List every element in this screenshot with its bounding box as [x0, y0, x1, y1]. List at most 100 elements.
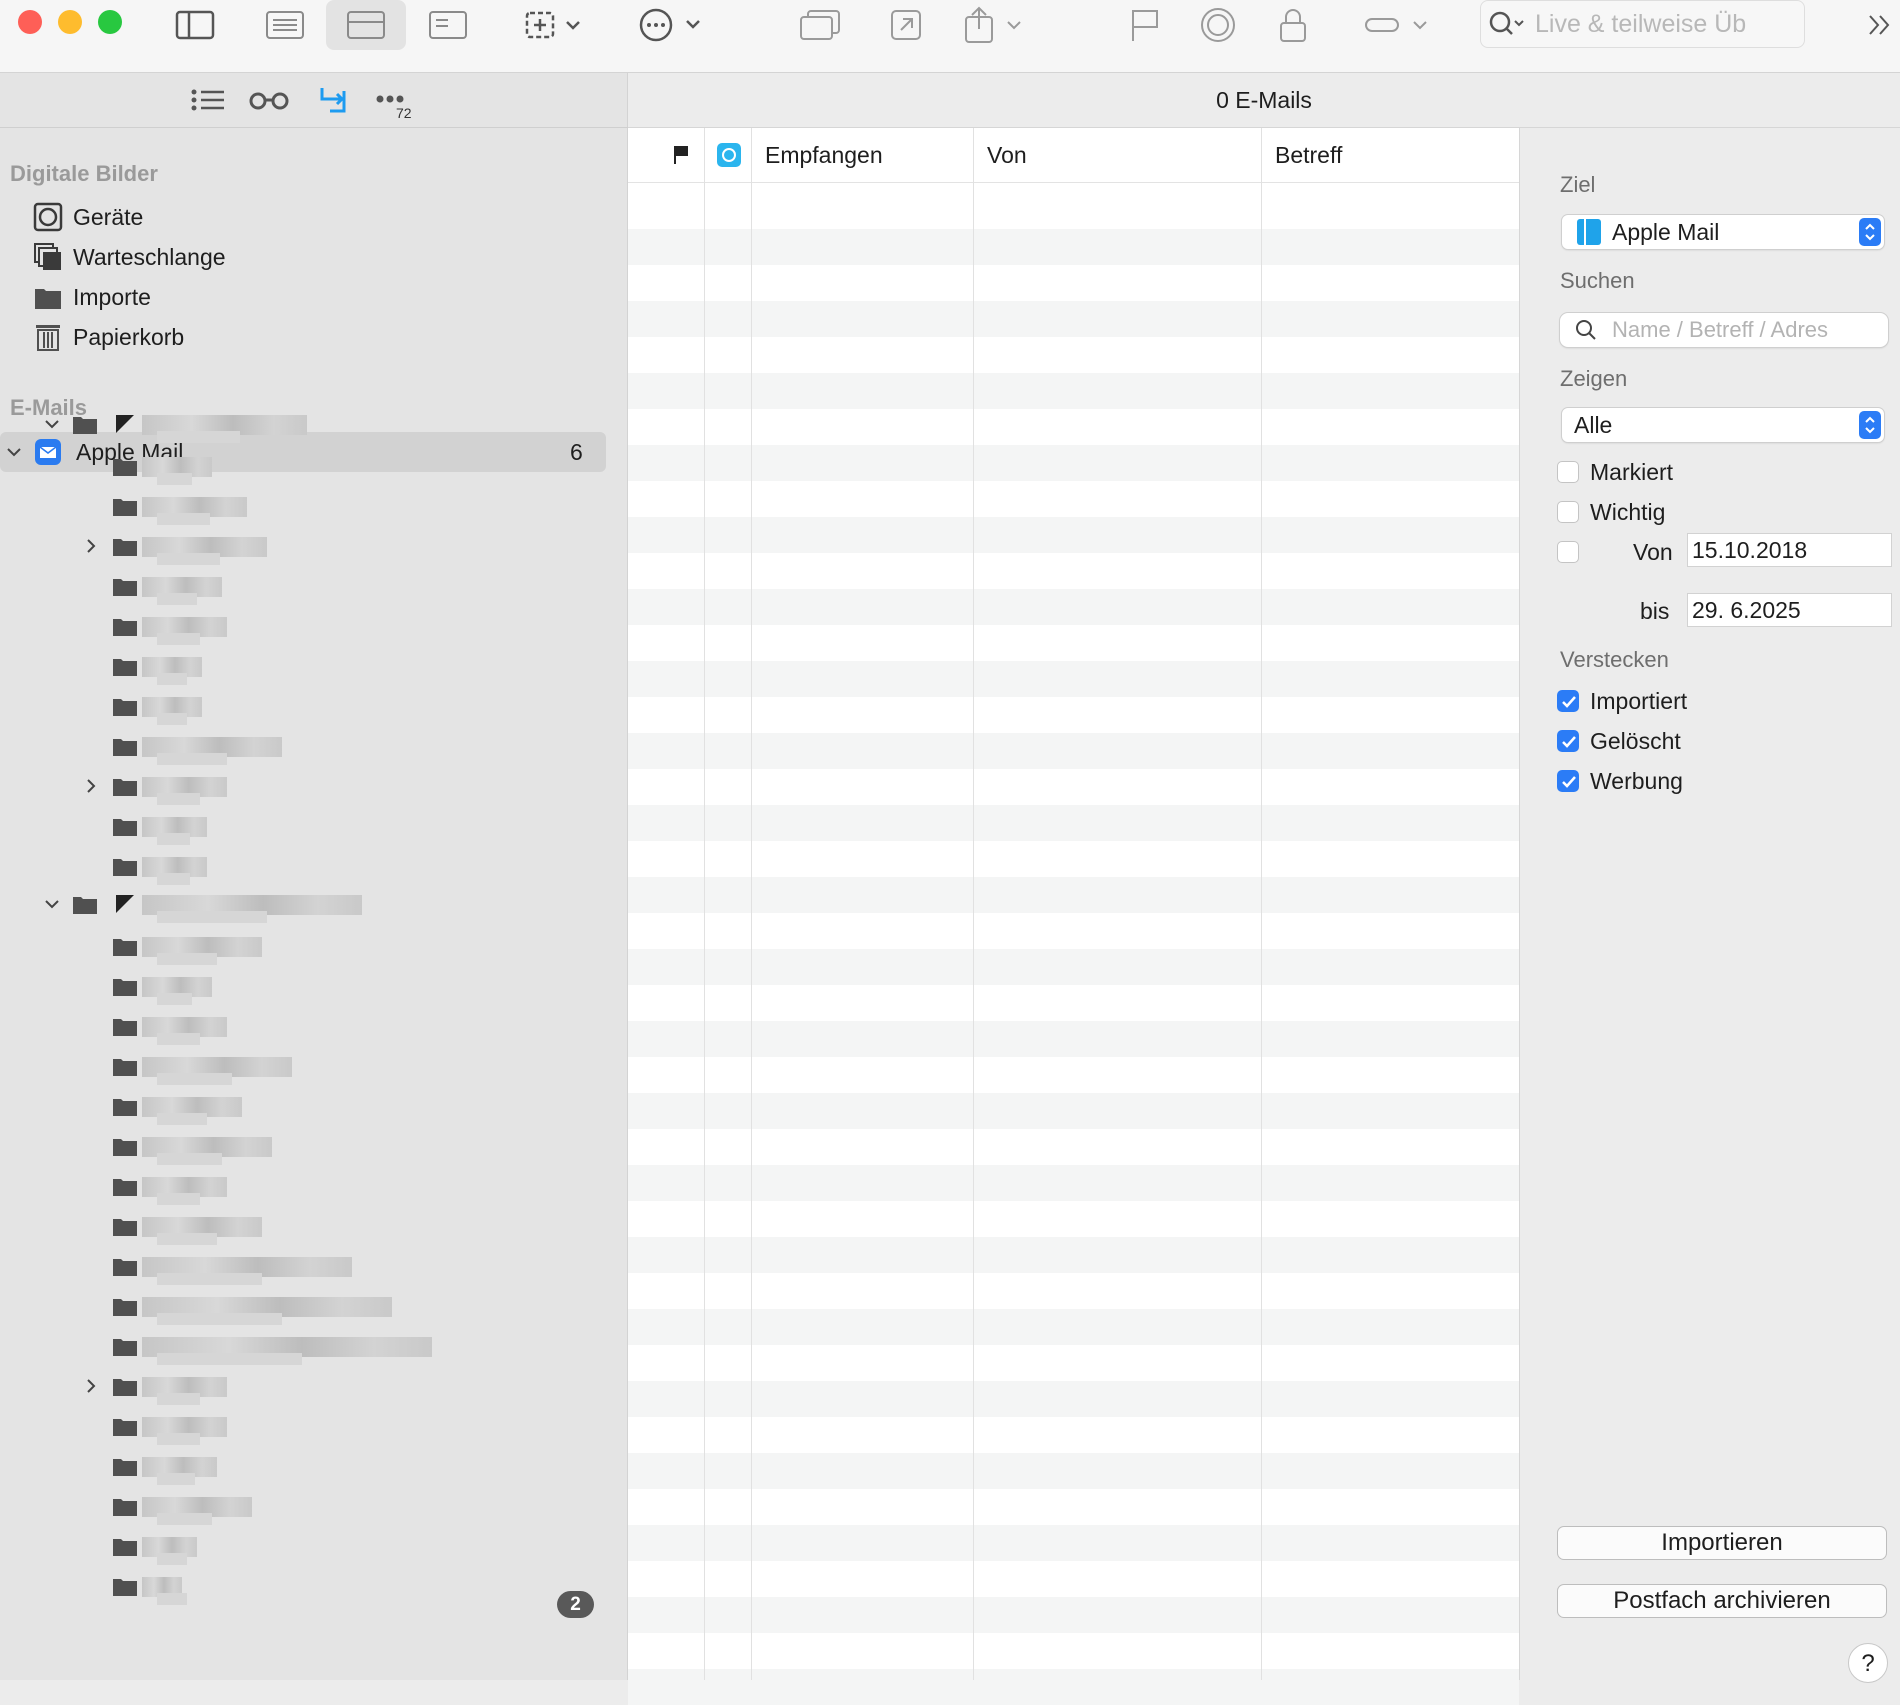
open-external-icon [891, 10, 921, 40]
mail-folder[interactable] [0, 1493, 600, 1525]
message-row [628, 1021, 1519, 1057]
mail-folder[interactable] [0, 1093, 600, 1125]
sidebar-item-label: Geräte [73, 203, 144, 230]
column-subject[interactable]: Betreff [1275, 142, 1342, 169]
from-date-field[interactable]: 15.10.2018 [1687, 533, 1892, 567]
mail-folder[interactable] [0, 1253, 600, 1285]
folder-icon [72, 413, 98, 440]
mail-account-folder[interactable] [0, 891, 600, 923]
sidebar-toggle-button[interactable] [170, 0, 220, 50]
pixelated-folder-name-shadow [157, 633, 200, 645]
show-select[interactable]: Alle [1562, 408, 1884, 442]
message-row [628, 949, 1519, 985]
pixelated-folder-name-shadow [157, 793, 200, 805]
message-row [628, 877, 1519, 913]
column-from[interactable]: Von [987, 142, 1027, 169]
mail-folder[interactable] [0, 1373, 600, 1405]
add-box-icon [525, 11, 580, 39]
column-divider [751, 128, 752, 1680]
zoom-window-button[interactable] [98, 10, 122, 34]
chevron-down-icon[interactable] [43, 417, 61, 438]
mail-account-folder[interactable] [0, 411, 600, 443]
chevron-right-icon[interactable] [84, 1377, 100, 1400]
open-external-button[interactable] [884, 0, 928, 50]
hide-imported-label: Importiert [1590, 688, 1688, 714]
mail-folder[interactable] [0, 1293, 600, 1325]
sidebar-item-imports[interactable]: Importe [33, 279, 151, 315]
minimize-window-button[interactable] [58, 10, 82, 34]
mail-folder[interactable] [0, 1533, 600, 1565]
mail-folder[interactable] [0, 1213, 600, 1245]
column-divider [704, 128, 705, 1680]
mail-folder[interactable] [0, 1333, 600, 1365]
import-button[interactable]: Importieren [1557, 1526, 1887, 1560]
toolbar-search-field[interactable]: Live & teilweise Üb [1480, 0, 1805, 48]
folder-icon [112, 1095, 138, 1122]
panel-search-field[interactable]: Name / Betreff / Adres [1560, 313, 1888, 347]
new-window-button[interactable] [796, 0, 844, 50]
mail-folder[interactable] [0, 1573, 600, 1605]
reading-view-button[interactable] [248, 85, 290, 120]
archive-mailbox-button[interactable]: Postfach archivieren [1557, 1584, 1887, 1618]
column-received[interactable]: Empfangen [765, 142, 883, 169]
mail-folder[interactable] [0, 1013, 600, 1045]
toolbar-search-placeholder: Live & teilweise Üb [1535, 9, 1747, 38]
sidebar-item-label: Papierkorb [73, 323, 185, 350]
share-button[interactable] [962, 0, 1028, 50]
add-menu-button[interactable] [520, 0, 590, 50]
sidebar-item-devices[interactable]: Geräte [33, 199, 143, 235]
mail-folder[interactable] [0, 813, 600, 845]
more-view-button[interactable]: 72 [376, 89, 418, 128]
mail-folder[interactable] [0, 693, 600, 725]
sidebar-item-trash[interactable]: Papierkorb [33, 319, 184, 355]
mail-folder[interactable] [0, 1413, 600, 1445]
layout-preview-button[interactable] [326, 0, 406, 50]
tag-menu-button[interactable] [1362, 0, 1432, 50]
chevron-down-icon[interactable] [43, 897, 61, 918]
sidebar-item-queue[interactable]: Warteschlange [33, 239, 226, 275]
message-row [628, 1597, 1519, 1633]
layout-columns-button[interactable] [423, 0, 473, 50]
mail-folder[interactable] [0, 933, 600, 965]
mail-folder[interactable] [0, 1053, 600, 1085]
flag-column-icon[interactable] [672, 144, 690, 166]
hide-deleted-checkbox[interactable] [1557, 730, 1579, 752]
mail-folder[interactable] [0, 653, 600, 685]
pixelated-folder-name-shadow [157, 873, 190, 885]
more-actions-button[interactable] [636, 0, 708, 50]
lock-button[interactable] [1276, 0, 1310, 50]
layout-list-button[interactable] [260, 0, 310, 50]
flagged-checkbox[interactable] [1557, 461, 1579, 483]
folder-icon [112, 1335, 138, 1362]
mail-folder[interactable] [0, 493, 600, 525]
chevron-right-icon[interactable] [84, 777, 100, 800]
import-view-button[interactable] [318, 85, 348, 120]
status-column-icon[interactable] [716, 142, 742, 168]
message-list-header: Empfangen Von Betreff [628, 128, 1519, 183]
close-window-button[interactable] [18, 10, 42, 34]
mail-folder[interactable] [0, 773, 600, 805]
flag-button[interactable] [1125, 0, 1165, 50]
hide-ads-checkbox[interactable] [1557, 770, 1579, 792]
chevron-right-icon[interactable] [84, 537, 100, 560]
message-row [628, 589, 1519, 625]
mail-folder[interactable] [0, 453, 600, 485]
list-view-button[interactable] [190, 85, 226, 120]
mail-folder[interactable] [0, 533, 600, 565]
help-button[interactable]: ? [1848, 1643, 1888, 1683]
hide-imported-checkbox[interactable] [1557, 690, 1579, 712]
mail-folder[interactable] [0, 573, 600, 605]
target-select[interactable]: Apple Mail [1562, 215, 1884, 249]
mail-folder[interactable] [0, 1453, 600, 1485]
important-checkbox[interactable] [1557, 501, 1579, 523]
mail-folder[interactable] [0, 613, 600, 645]
toolbar-overflow-button[interactable] [1862, 0, 1898, 50]
mail-folder[interactable] [0, 1133, 600, 1165]
to-date-field[interactable]: 29. 6.2025 [1687, 593, 1892, 627]
target-button[interactable] [1198, 0, 1238, 50]
mail-folder[interactable] [0, 1173, 600, 1205]
mail-folder[interactable] [0, 973, 600, 1005]
mail-folder[interactable] [0, 733, 600, 765]
date-range-checkbox[interactable] [1557, 541, 1579, 563]
mail-folder[interactable] [0, 853, 600, 885]
